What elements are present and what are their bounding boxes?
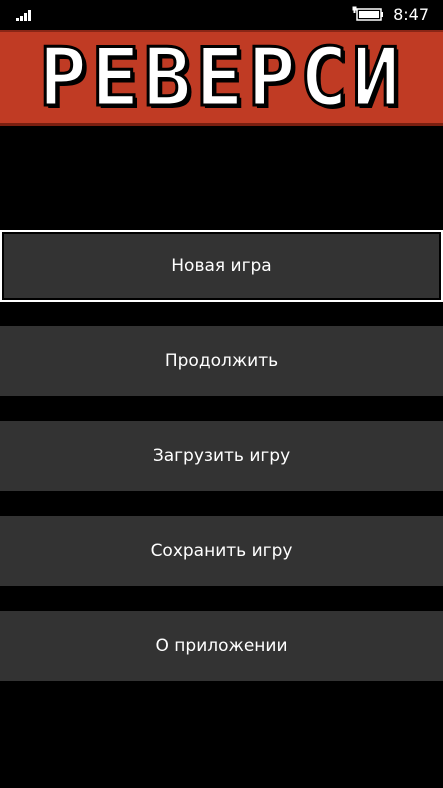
battery-charging-icon [352,6,383,21]
title-banner: РЕВЕРСИ [0,30,443,126]
status-bar: 8:47 [0,0,443,30]
clock: 8:47 [393,5,429,24]
signal-bars-icon [16,9,34,21]
load-game-button[interactable]: Загрузить игру [0,421,443,491]
continue-button[interactable]: Продолжить [0,326,443,396]
app-title: РЕВЕРСИ [37,31,405,124]
new-game-button[interactable]: Новая игра [0,230,443,302]
about-button[interactable]: О приложении [0,611,443,681]
save-game-button[interactable]: Сохранить игру [0,516,443,586]
